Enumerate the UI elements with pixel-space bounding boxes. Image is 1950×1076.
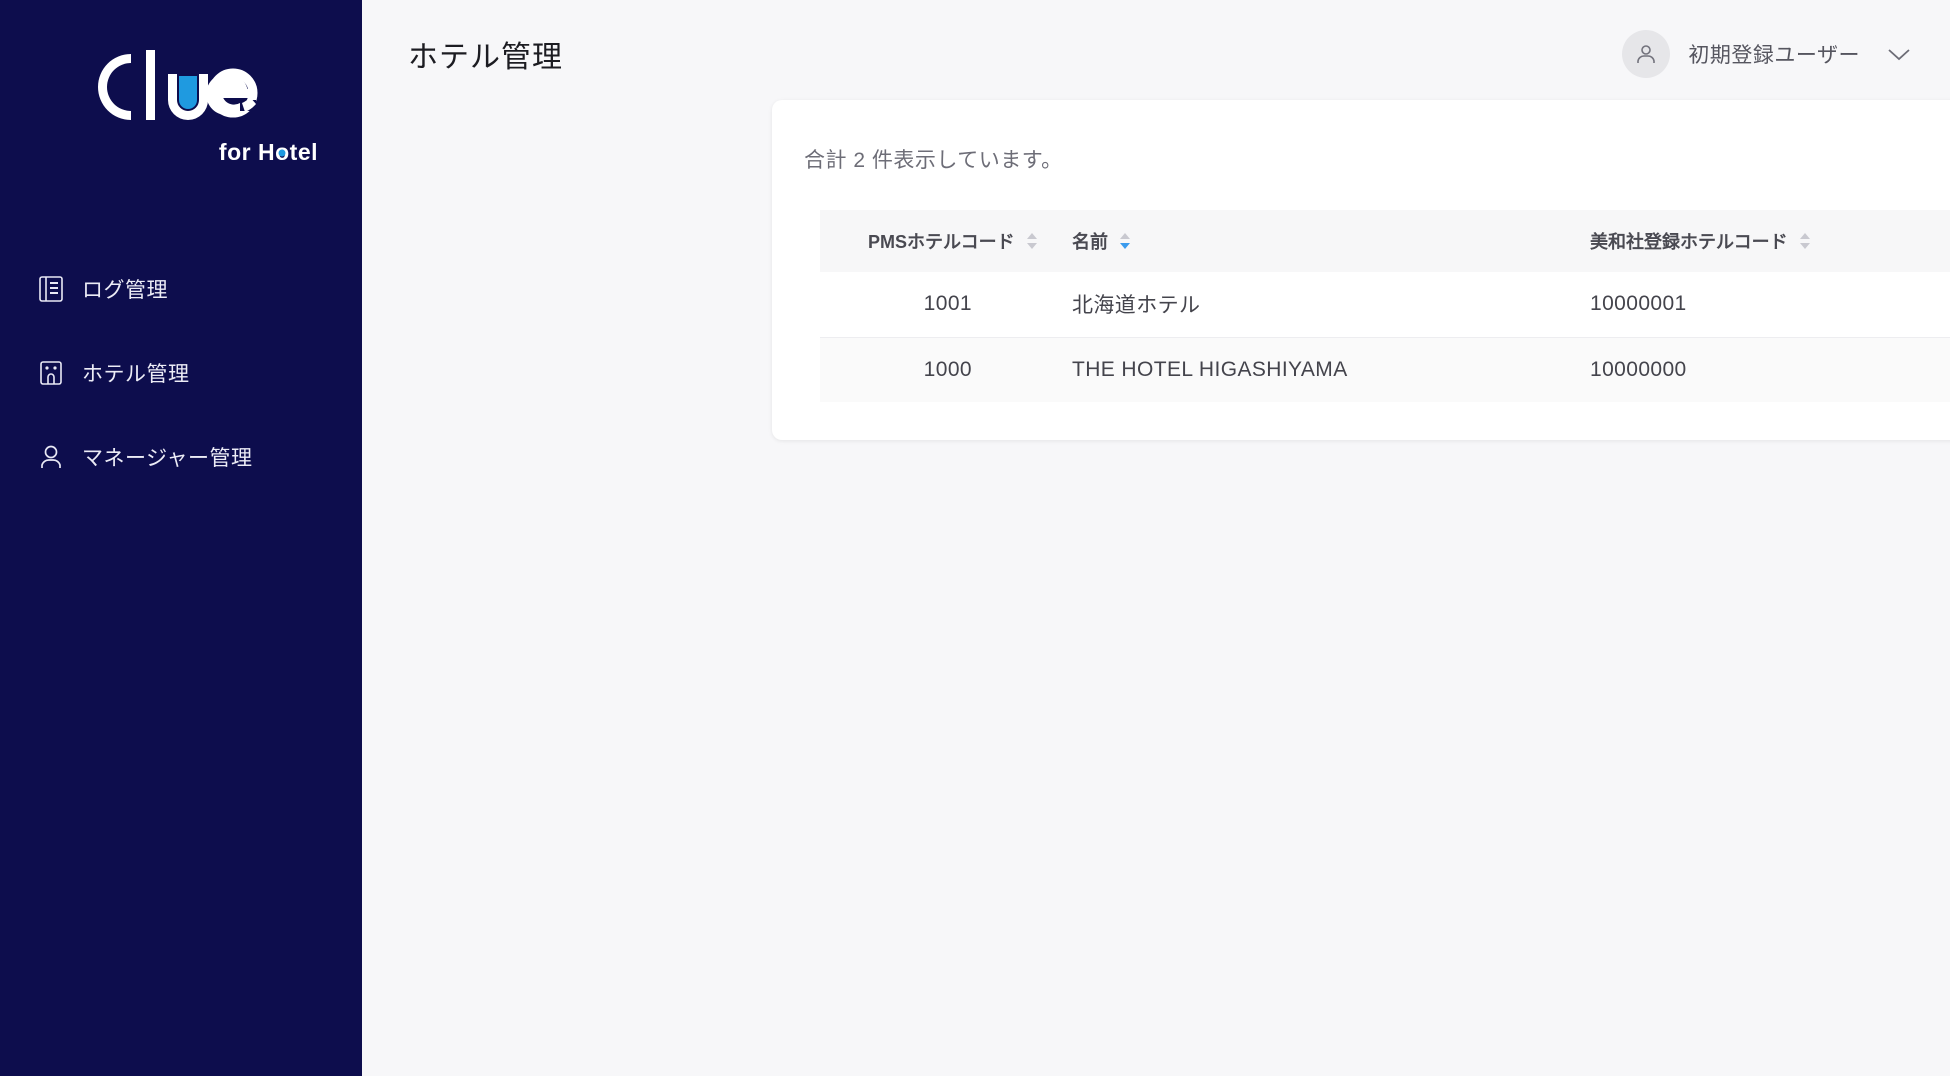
column-header-miwa-code[interactable]: 美和社登録ホテルコード	[1590, 210, 1950, 272]
card-header: 合計 2 件表示しています。 ホテル登録	[772, 100, 1950, 210]
logo-subtitle: for Hotel	[219, 139, 318, 166]
sort-arrows-icon	[1798, 231, 1812, 251]
user-menu[interactable]: 初期登録ユーザー	[1622, 30, 1912, 78]
sort-arrows-icon	[1118, 231, 1132, 251]
hotel-list-card: 合計 2 件表示しています。 ホテル登録 PMSホテルコード	[772, 100, 1950, 440]
logo-subtitle-text-b: tel	[290, 139, 318, 166]
sidebar-item-label: ログ管理	[82, 274, 168, 304]
hotel-building-icon	[36, 358, 66, 388]
sidebar-item-manager-management[interactable]: マネージャー管理	[0, 426, 362, 488]
app-root: for Hotel ログ管理	[0, 0, 1950, 1076]
page-title: ホテル管理	[408, 32, 563, 76]
cell-miwa-code: 10000001	[1590, 272, 1950, 337]
sidebar-nav: ログ管理 ホテル管理	[0, 258, 362, 488]
main-content: ホテル管理 初期登録ユーザー 合計 2 件表示してい	[362, 0, 1950, 1076]
cell-hotel-name: THE HOTEL HIGASHIYAMA	[1070, 337, 1590, 402]
column-header-label: 美和社登録ホテルコード	[1590, 228, 1788, 254]
table-header: PMSホテルコード 名前	[820, 210, 1950, 272]
logo-subtitle-text-a: for H	[219, 139, 275, 166]
sort-toggle-icon-active[interactable]	[1118, 231, 1132, 251]
logo-dot-icon	[279, 150, 286, 157]
sidebar-item-log-management[interactable]: ログ管理	[0, 258, 362, 320]
sort-arrows-icon	[1025, 231, 1039, 251]
cell-pms-code: 1001	[820, 272, 1070, 337]
sidebar: for Hotel ログ管理	[0, 0, 362, 1076]
table-body: 1001 北海道ホテル 10000001 編集 1000 THE HOTEL H…	[820, 272, 1950, 402]
chevron-down-icon[interactable]	[1886, 46, 1912, 62]
clue-logo-icon	[90, 48, 272, 132]
avatar	[1622, 30, 1670, 78]
logo-subtitle-o: o	[275, 139, 290, 166]
table-header-row: PMSホテルコード 名前	[820, 210, 1950, 272]
logo-wordmark	[90, 48, 272, 137]
column-header-label: PMSホテルコード	[868, 228, 1015, 254]
sort-toggle-icon[interactable]	[1798, 231, 1812, 251]
log-book-icon	[36, 274, 66, 304]
column-header-pms-code[interactable]: PMSホテルコード	[820, 210, 1070, 272]
column-header-name[interactable]: 名前	[1070, 210, 1590, 272]
hotel-table: PMSホテルコード 名前	[820, 210, 1950, 402]
sidebar-item-label: マネージャー管理	[82, 442, 253, 472]
sidebar-item-hotel-management[interactable]: ホテル管理	[0, 342, 362, 404]
record-count-text: 合計 2 件表示しています。	[804, 144, 1063, 174]
table-row[interactable]: 1001 北海道ホテル 10000001 編集	[820, 272, 1950, 337]
sidebar-item-label: ホテル管理	[82, 358, 190, 388]
person-icon	[36, 442, 66, 472]
top-header-bar: ホテル管理 初期登録ユーザー	[362, 0, 1950, 108]
user-menu-label: 初期登録ユーザー	[1688, 39, 1860, 69]
cell-miwa-code: 10000000	[1590, 337, 1950, 402]
cell-hotel-name: 北海道ホテル	[1070, 272, 1590, 337]
table-row[interactable]: 1000 THE HOTEL HIGASHIYAMA 10000000 編集	[820, 337, 1950, 402]
sort-toggle-icon[interactable]	[1025, 231, 1039, 251]
cell-pms-code: 1000	[820, 337, 1070, 402]
column-header-label: 名前	[1072, 228, 1108, 254]
brand-logo[interactable]: for Hotel	[0, 0, 362, 166]
